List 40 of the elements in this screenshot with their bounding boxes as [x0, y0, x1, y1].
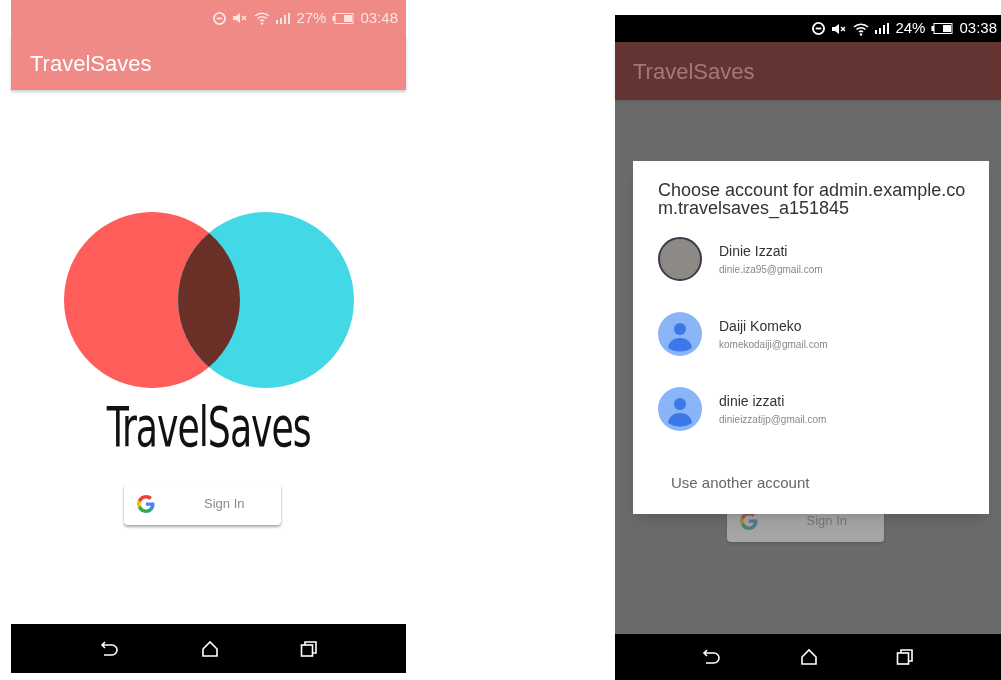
- battery-icon: [931, 23, 954, 34]
- signal-icon: [875, 23, 890, 34]
- account-email: dinieizzatijp@gmail.com: [719, 413, 827, 427]
- account-item[interactable]: dinie izzati dinieizzatijp@gmail.com: [658, 387, 981, 431]
- home-icon[interactable]: [200, 639, 219, 658]
- clock-time: 03:48: [360, 7, 398, 28]
- wifi-icon: [254, 11, 271, 25]
- account-email: dinie.iza95@gmail.com: [719, 263, 823, 277]
- home-icon[interactable]: [800, 648, 818, 666]
- google-sign-in-button[interactable]: Sign In: [124, 483, 281, 525]
- app-title: TravelSaves: [633, 57, 755, 86]
- recent-apps-icon[interactable]: [896, 648, 914, 666]
- account-item[interactable]: Dinie Izzati dinie.iza95@gmail.com: [658, 237, 981, 281]
- recent-apps-icon[interactable]: [299, 639, 318, 658]
- muted-speaker-icon: [831, 22, 848, 35]
- photo-placeholder: [658, 237, 702, 281]
- battery-percentage: 27%: [296, 7, 327, 28]
- account-name: Daiji Komeko: [719, 317, 803, 336]
- account-email: komekodaiji@gmail.com: [719, 338, 828, 352]
- do-not-disturb-icon: [213, 11, 227, 25]
- person-avatar-icon: [658, 387, 702, 431]
- battery-icon: [332, 12, 355, 24]
- signal-icon: [276, 12, 291, 24]
- google-g-icon: [136, 494, 156, 514]
- use-another-account-button[interactable]: Use another account: [671, 471, 810, 494]
- account-name: Dinie Izzati: [719, 242, 789, 261]
- muted-speaker-icon: [232, 12, 249, 24]
- back-icon[interactable]: [99, 639, 120, 658]
- battery-percentage: 24%: [895, 18, 926, 39]
- person-avatar-icon: [658, 312, 702, 356]
- clock-time: 03:38: [959, 18, 997, 39]
- wifi-icon: [853, 21, 870, 36]
- dialog-title: Choose account for admin.example.com.travelsaves_a151845: [658, 181, 967, 217]
- do-not-disturb-icon: [812, 22, 826, 35]
- account-item[interactable]: Daiji Komeko komekodaiji@gmail.com: [658, 312, 981, 356]
- google-g-icon: [738, 511, 759, 531]
- back-icon[interactable]: [702, 648, 722, 666]
- logo-wordmark: TravelSaves: [106, 399, 311, 455]
- account-name: dinie izzati: [719, 392, 786, 411]
- app-title: TravelSaves: [30, 49, 152, 78]
